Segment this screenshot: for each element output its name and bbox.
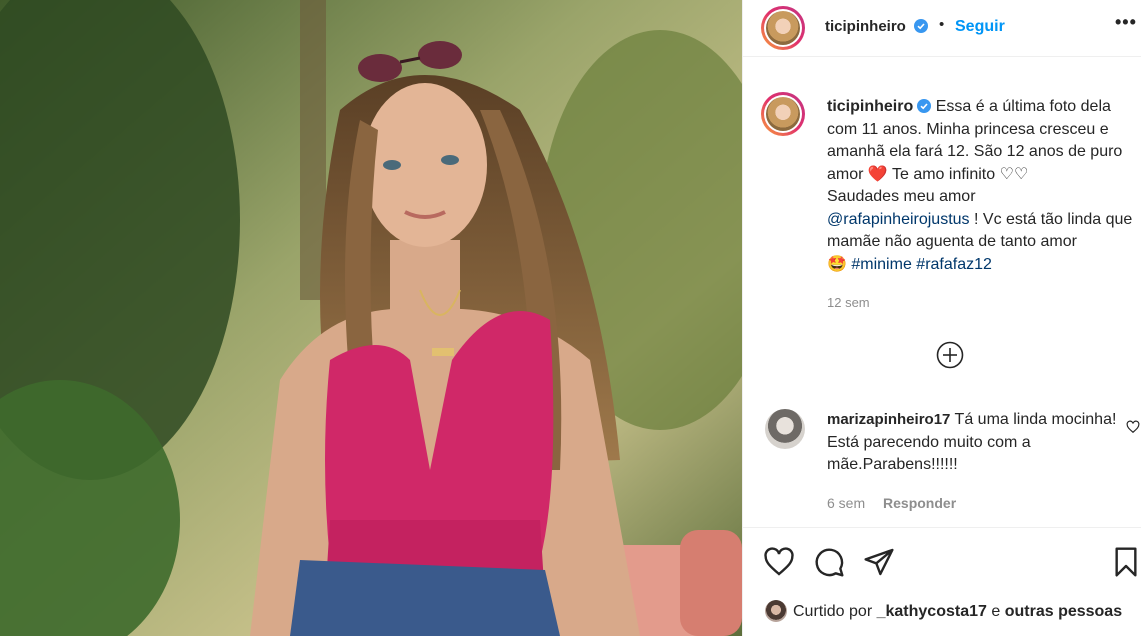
star-eyes-emoji: 🤩	[827, 255, 847, 273]
caption: ticipinheiro Essa é a última foto dela c…	[827, 96, 1141, 315]
header-separator: •	[939, 16, 945, 33]
liked-prefix: Curtido por	[793, 603, 873, 620]
more-icon[interactable]: •••	[1115, 12, 1137, 33]
liked-by: Curtido por _kathycosta17 e outras pesso…	[765, 600, 1122, 622]
caption-text: Saudades meu amor	[827, 188, 976, 205]
verified-icon	[914, 19, 929, 33]
commenter-avatar[interactable]	[765, 409, 805, 449]
author-block: ticipinheiro	[825, 18, 929, 36]
author-avatar[interactable]	[761, 6, 805, 50]
author-username[interactable]: ticipinheiro	[825, 18, 906, 35]
commenter-username[interactable]: marizapinheiro17	[827, 411, 950, 428]
comment-meta: 6 sem Responder	[827, 495, 956, 511]
white-hearts-emoji: ♡♡	[999, 165, 1029, 183]
caption-avatar[interactable]	[761, 92, 805, 136]
others-link[interactable]: outras pessoas	[1005, 603, 1122, 620]
verified-icon	[917, 99, 932, 113]
reply-button[interactable]: Responder	[883, 495, 956, 511]
caption-text: Te amo infinito	[891, 165, 996, 183]
like-icon[interactable]	[763, 546, 795, 578]
share-icon[interactable]	[863, 546, 895, 578]
save-icon[interactable]	[1110, 546, 1141, 578]
plus-circle-icon[interactable]	[936, 341, 964, 369]
liker-avatar[interactable]	[765, 600, 787, 622]
liker-username[interactable]: _kathycosta17	[877, 603, 987, 620]
caption-username[interactable]: ticipinheiro	[827, 98, 913, 115]
follow-button[interactable]: Seguir	[955, 18, 1005, 36]
comment-icon[interactable]	[813, 546, 845, 578]
mention-link[interactable]: @rafapinheirojustus	[827, 211, 970, 228]
liked-connector: e	[991, 603, 1001, 620]
heart-small-icon[interactable]	[1126, 420, 1140, 434]
post-photo-illustration	[0, 0, 742, 636]
red-heart-emoji: ❤️	[867, 165, 888, 183]
hashtag-link[interactable]: #minime	[851, 256, 911, 273]
post-side-panel: ticipinheiro • Seguir ••• ticipinheiro E…	[742, 0, 1141, 636]
post-image[interactable]	[0, 0, 742, 636]
hashtag-link[interactable]: #rafafaz12	[916, 256, 992, 273]
comment: marizapinheiro17 Tá uma linda mocinha! E…	[827, 409, 1117, 477]
caption-time[interactable]: 12 sem	[827, 292, 1141, 315]
post-header: ticipinheiro • Seguir •••	[743, 0, 1141, 57]
comment-time[interactable]: 6 sem	[827, 495, 865, 511]
